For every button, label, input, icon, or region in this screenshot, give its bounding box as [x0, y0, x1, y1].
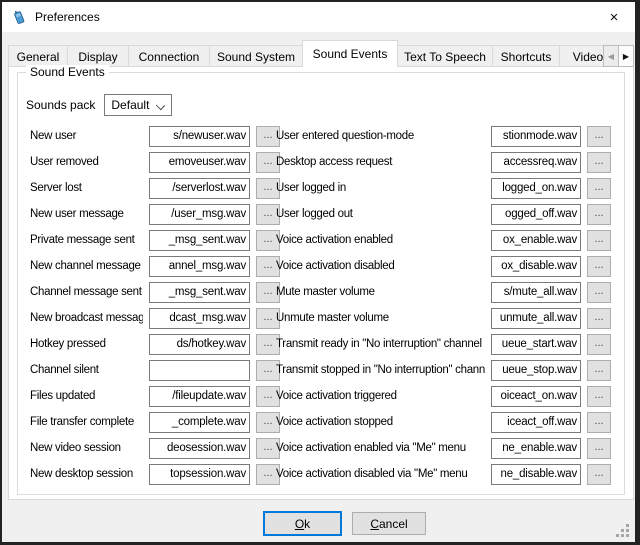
tab-shortcuts[interactable]: Shortcuts — [492, 45, 560, 67]
sound-event-label: Server lost — [30, 182, 143, 194]
sounds-pack-label: Sounds pack — [26, 98, 95, 112]
browse-button[interactable]: ... — [587, 438, 611, 459]
browse-button[interactable]: ... — [587, 178, 611, 199]
events-left: New user s/newuser.wav ... User removed … — [30, 123, 280, 487]
sound-event-label: File transfer complete — [30, 416, 143, 428]
sound-event-label: Files updated — [30, 390, 143, 402]
tab-scroll-right-icon[interactable]: ▶ — [618, 45, 634, 67]
resize-grip[interactable] — [626, 534, 629, 537]
sound-file-input[interactable]: ds/hotkey.wav — [149, 334, 250, 355]
tab-page-sound-events: Sound Events Sounds pack Default New use… — [8, 66, 634, 500]
sound-file-input[interactable]: s/mute_all.wav — [491, 282, 581, 303]
sound-event-label: Voice activation disabled — [276, 260, 485, 272]
browse-button[interactable]: ... — [587, 204, 611, 225]
sound-file-input[interactable]: /fileupdate.wav — [149, 386, 250, 407]
sound-file-input[interactable]: ne_enable.wav — [491, 438, 581, 459]
sound-file-input[interactable]: stionmode.wav — [491, 126, 581, 147]
browse-button[interactable]: ... — [587, 386, 611, 407]
sounds-pack-value: Default — [111, 98, 149, 112]
sound-file-input[interactable]: ox_enable.wav — [491, 230, 581, 251]
sound-file-input[interactable]: ne_disable.wav — [491, 464, 581, 485]
sound-file-input[interactable]: ox_disable.wav — [491, 256, 581, 277]
tab-sound-system[interactable]: Sound System — [209, 45, 303, 67]
sound-file-input[interactable]: deosession.wav — [149, 438, 250, 459]
sound-file-input[interactable]: ueue_start.wav — [491, 334, 581, 355]
tab-text-to-speech[interactable]: Text To Speech — [397, 45, 493, 67]
browse-button[interactable]: ... — [587, 282, 611, 303]
sound-file-input[interactable]: ueue_stop.wav — [491, 360, 581, 381]
sound-file-input[interactable]: s/newuser.wav — [149, 126, 250, 147]
sound-file-input[interactable]: _msg_sent.wav — [149, 282, 250, 303]
sound-file-input[interactable]: oiceact_on.wav — [491, 386, 581, 407]
tab-general[interactable]: General — [8, 45, 68, 67]
sound-event-label: New broadcast message — [30, 312, 143, 324]
sound-file-input[interactable]: annel_msg.wav — [149, 256, 250, 277]
tab-scroll-left-icon[interactable]: ◀ — [603, 45, 619, 67]
title-bar[interactable]: Preferences × — [2, 2, 635, 32]
sound-file-input[interactable] — [149, 360, 250, 381]
browse-button[interactable]: ... — [587, 152, 611, 173]
sound-event-label: Voice activation stopped — [276, 416, 485, 428]
sound-event-label: Private message sent — [30, 234, 143, 246]
sound-event-label: Voice activation enabled — [276, 234, 485, 246]
browse-button[interactable]: ... — [587, 126, 611, 147]
tab-bar: General Display Connection Sound System … — [8, 40, 634, 67]
sound-file-input[interactable]: logged_on.wav — [491, 178, 581, 199]
tab-sound-events[interactable]: Sound Events — [302, 40, 398, 67]
sound-event-label: Voice activation enabled via "Me" menu — [276, 442, 485, 454]
app-icon — [11, 9, 27, 25]
sound-file-input[interactable]: emoveuser.wav — [149, 152, 250, 173]
browse-button[interactable]: ... — [587, 464, 611, 485]
sound-file-input[interactable]: dcast_msg.wav — [149, 308, 250, 329]
sound-event-label: Desktop access request — [276, 156, 485, 168]
sound-event-label: Transmit stopped in "No interruption" ch… — [276, 364, 485, 376]
sound-event-label: Channel silent — [30, 364, 143, 376]
sound-event-label: User entered question-mode — [276, 130, 485, 142]
sound-event-label: Channel message sent — [30, 286, 143, 298]
sound-event-label: Transmit ready in "No interruption" chan… — [276, 338, 485, 350]
sound-event-label: Mute master volume — [276, 286, 485, 298]
sounds-pack-row: Sounds pack Default — [26, 94, 172, 116]
sound-event-label: Voice activation triggered — [276, 390, 485, 402]
sound-event-label: New user — [30, 130, 143, 142]
browse-button[interactable]: ... — [587, 412, 611, 433]
sound-file-input[interactable]: unmute_all.wav — [491, 308, 581, 329]
sound-event-label: New video session — [30, 442, 143, 454]
sound-event-label: User logged in — [276, 182, 485, 194]
browse-button[interactable]: ... — [587, 256, 611, 277]
close-button[interactable]: × — [603, 6, 625, 28]
browse-button[interactable]: ... — [587, 334, 611, 355]
chevron-down-icon — [156, 101, 165, 110]
sound-event-label: New desktop session — [30, 468, 143, 480]
tab-connection[interactable]: Connection — [128, 45, 210, 67]
tab-scroll-buttons: ◀ ▶ — [604, 45, 634, 67]
sound-file-input[interactable]: /user_msg.wav — [149, 204, 250, 225]
sound-event-label: User logged out — [276, 208, 485, 220]
preferences-dialog: Preferences × General Display Connection… — [2, 2, 635, 542]
tab-display[interactable]: Display — [67, 45, 129, 67]
browse-button[interactable]: ... — [587, 230, 611, 251]
sound-event-label: New user message — [30, 208, 143, 220]
sound-file-input[interactable]: ogged_off.wav — [491, 204, 581, 225]
cancel-button[interactable]: Cancel — [352, 512, 426, 535]
window-title: Preferences — [35, 10, 100, 24]
ok-button[interactable]: Ok — [263, 511, 342, 536]
sound-event-label: New channel message — [30, 260, 143, 272]
sound-event-label: User removed — [30, 156, 143, 168]
sound-file-input[interactable]: _msg_sent.wav — [149, 230, 250, 251]
events-right: User entered question-mode stionmode.wav… — [276, 123, 611, 487]
sound-event-label: Voice activation disabled via "Me" menu — [276, 468, 485, 480]
browse-button[interactable]: ... — [587, 308, 611, 329]
sound-file-input[interactable]: topsession.wav — [149, 464, 250, 485]
sound-file-input[interactable]: accessreq.wav — [491, 152, 581, 173]
sounds-pack-select[interactable]: Default — [104, 94, 172, 116]
browse-button[interactable]: ... — [587, 360, 611, 381]
sound-file-input[interactable]: _complete.wav — [149, 412, 250, 433]
sound-events-groupbox: Sound Events Sounds pack Default New use… — [17, 72, 625, 495]
groupbox-title: Sound Events — [26, 65, 109, 79]
sound-file-input[interactable]: /serverlost.wav — [149, 178, 250, 199]
sound-event-label: Hotkey pressed — [30, 338, 143, 350]
sound-file-input[interactable]: iceact_off.wav — [491, 412, 581, 433]
sound-event-label: Unmute master volume — [276, 312, 485, 324]
